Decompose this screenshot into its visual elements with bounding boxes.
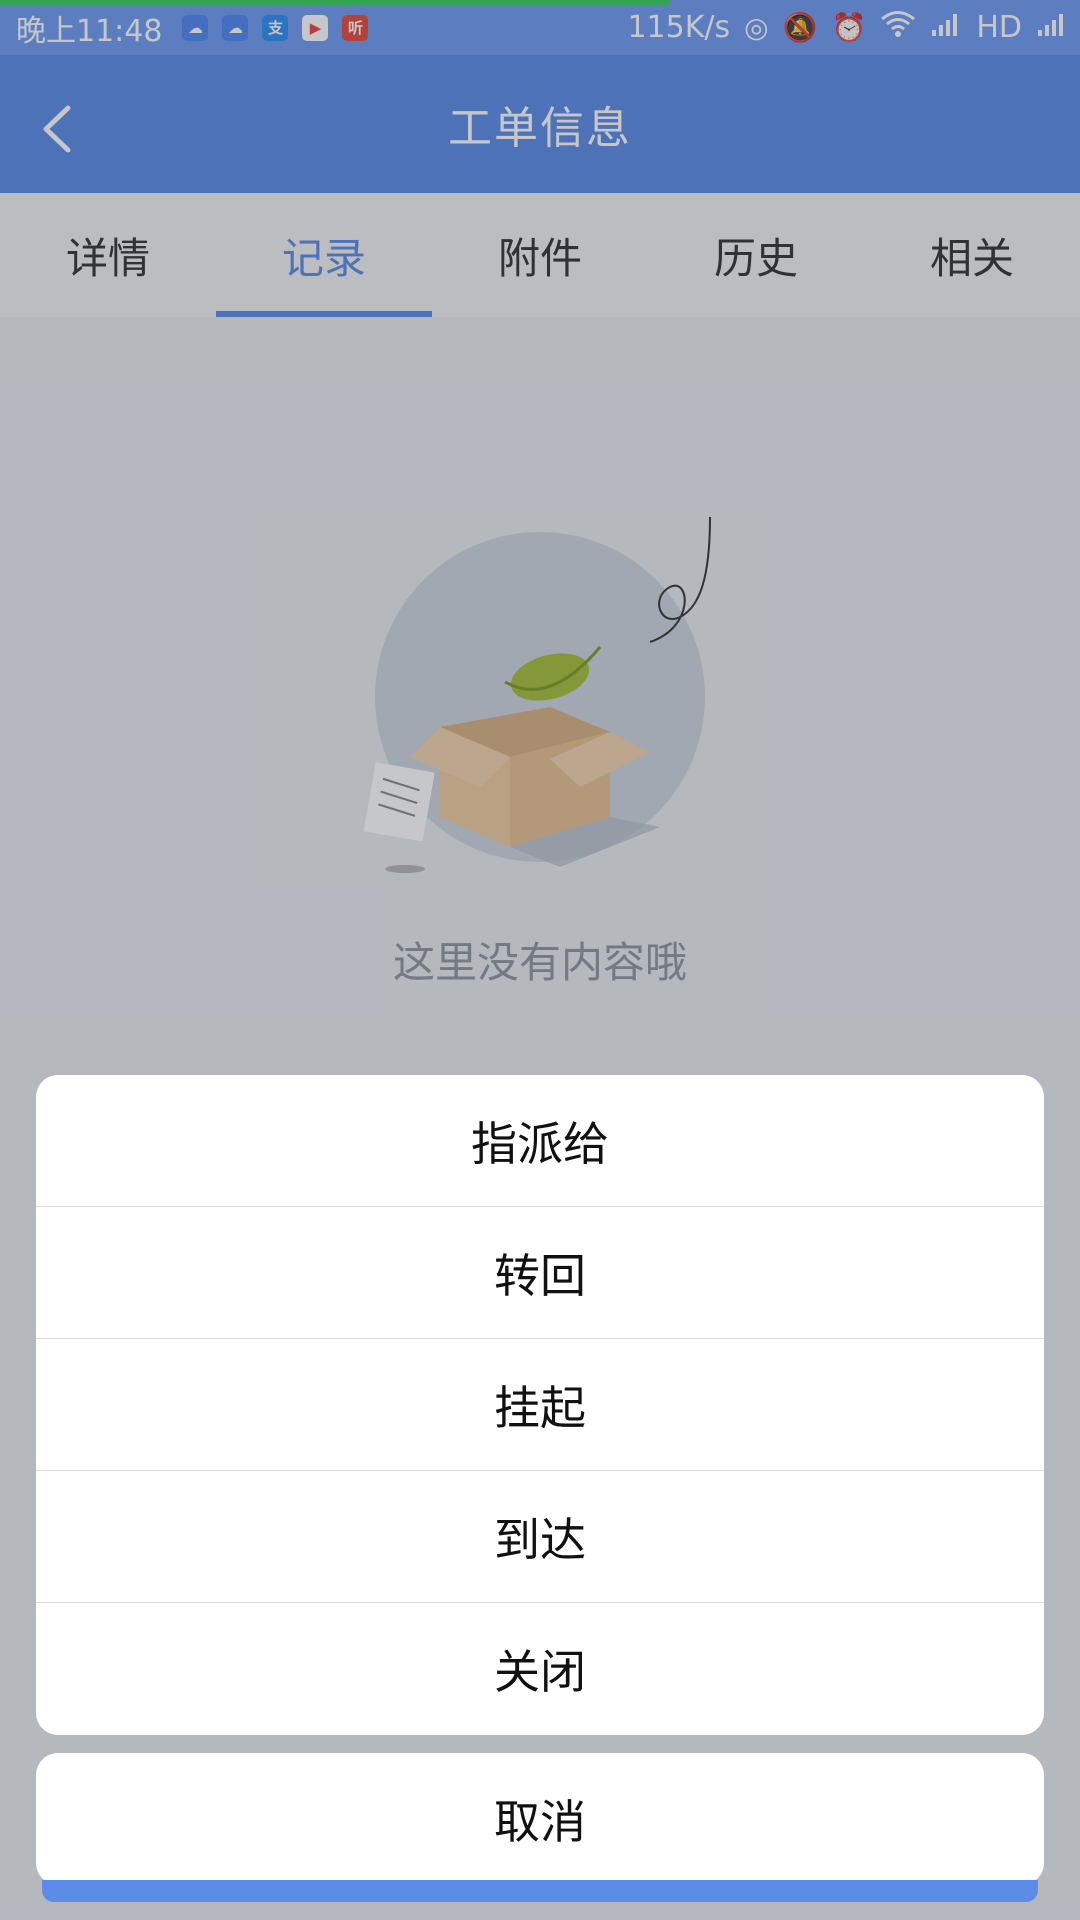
close-button[interactable]: 关闭 — [36, 1603, 1044, 1735]
screen: 晚上11:48 ☁ ☁ 支 ▶ 听 115K/s ◎ 🔕 ⏰ HD 工单信息 详… — [0, 0, 1080, 1920]
return-button[interactable]: 转回 — [36, 1207, 1044, 1339]
suspend-button[interactable]: 挂起 — [36, 1339, 1044, 1471]
cancel-button[interactable]: 取消 — [36, 1753, 1044, 1885]
action-sheet: 指派给 转回 挂起 到达 关闭 — [36, 1075, 1044, 1735]
assign-to-button[interactable]: 指派给 — [36, 1075, 1044, 1207]
bottom-accent-bar — [42, 1880, 1038, 1902]
arrive-button[interactable]: 到达 — [36, 1471, 1044, 1603]
